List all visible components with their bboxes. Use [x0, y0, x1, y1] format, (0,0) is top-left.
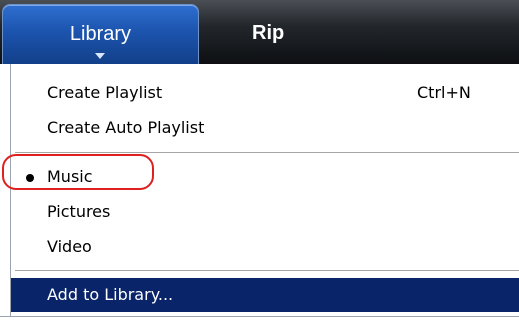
- tab-library[interactable]: Library: [2, 4, 199, 64]
- menu-item-create-auto-playlist[interactable]: Create Auto Playlist: [11, 111, 519, 145]
- library-dropdown-menu: Create Playlist Ctrl+N Create Auto Playl…: [10, 64, 519, 316]
- menu-item-pictures[interactable]: Pictures: [11, 195, 519, 229]
- menu-item-label: Pictures: [47, 202, 111, 221]
- tab-bar: Library Rip: [0, 0, 519, 64]
- menu-item-label: Video: [47, 237, 92, 256]
- menu-item-create-playlist[interactable]: Create Playlist Ctrl+N: [11, 76, 519, 110]
- menu-item-add-to-library[interactable]: Add to Library...: [11, 278, 519, 312]
- tab-rip-label: Rip: [252, 22, 285, 44]
- menu-bottom-edge: [0, 316, 519, 324]
- tab-rip[interactable]: Rip: [200, 4, 380, 64]
- chevron-down-icon[interactable]: [95, 53, 105, 59]
- menu-item-label: Add to Library...: [47, 285, 174, 304]
- menu-separator: [15, 270, 519, 272]
- annotation-highlight-circle: [2, 154, 154, 190]
- menu-item-label: Create Playlist: [47, 83, 163, 102]
- menu-item-shortcut: Ctrl+N: [417, 83, 471, 102]
- menu-item-video[interactable]: Video: [11, 230, 519, 264]
- menu-item-label: Create Auto Playlist: [47, 118, 205, 137]
- tab-library-label: Library: [69, 23, 132, 45]
